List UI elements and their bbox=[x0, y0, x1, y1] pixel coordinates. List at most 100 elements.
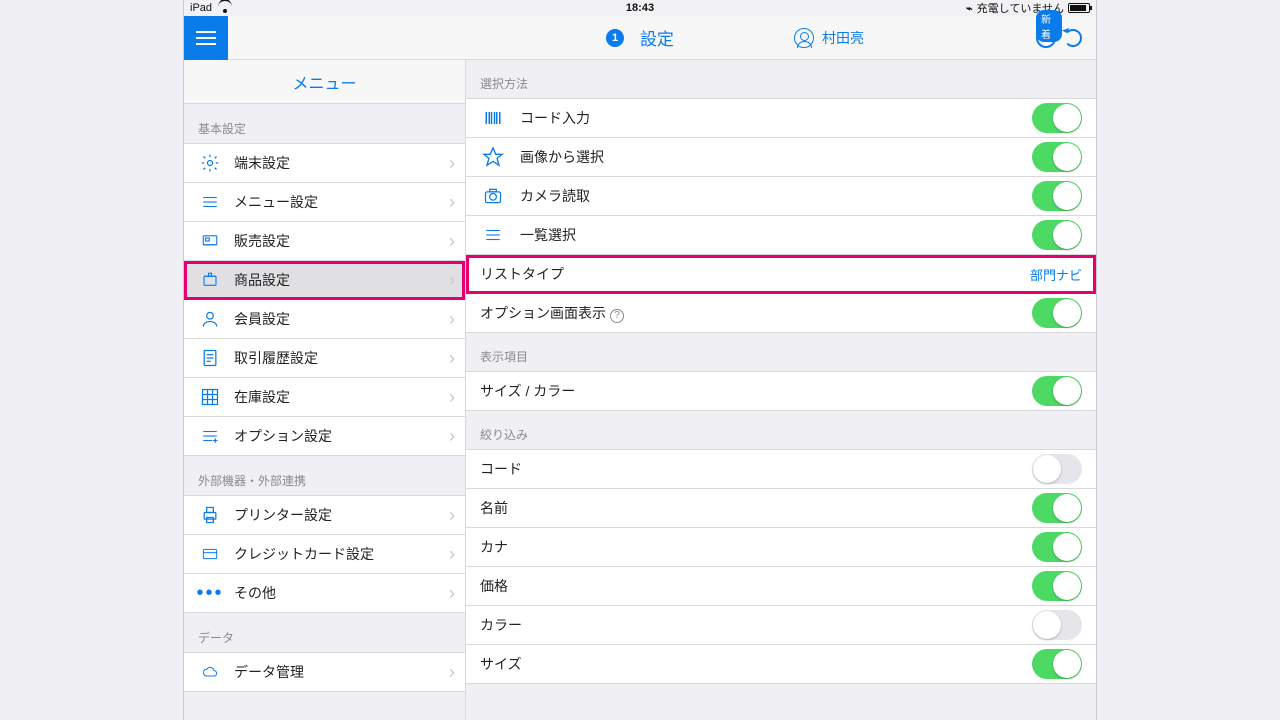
row-label: サイズ bbox=[480, 654, 522, 674]
detail-row-row: コード入力 bbox=[466, 99, 1096, 138]
sidebar-group-header: 基本設定 bbox=[184, 104, 465, 144]
detail-row-row: 名前 bbox=[466, 489, 1096, 528]
barcode-icon bbox=[480, 106, 506, 130]
chevron-right-icon: › bbox=[449, 505, 455, 526]
list-icon bbox=[480, 223, 506, 247]
sidebar-item-label: 会員設定 bbox=[234, 309, 290, 329]
sidebar-item-lines[interactable]: メニュー設定 › bbox=[184, 183, 465, 222]
sidebar-item-label: その他 bbox=[234, 583, 276, 603]
sidebar-item-label: メニュー設定 bbox=[234, 192, 318, 212]
toggle-row[interactable] bbox=[1032, 493, 1082, 523]
detail-row-row: 一覧選択 bbox=[466, 216, 1096, 255]
detail-row-row: サイズ bbox=[466, 645, 1096, 684]
sidebar-group-header: 外部機器・外部連携 bbox=[184, 456, 465, 496]
ios-status-bar: iPad 18:43 ⌁ 充電していません bbox=[184, 0, 1096, 16]
hamburger-button[interactable] bbox=[184, 16, 228, 60]
detail-row-row: カメラ読取 bbox=[466, 177, 1096, 216]
help-icon[interactable]: ? bbox=[610, 309, 624, 323]
section-header: 選択方法 bbox=[466, 60, 1096, 99]
row-label: カナ bbox=[480, 537, 508, 557]
detail-row-row[interactable]: リストタイプ 部門ナビ bbox=[466, 255, 1096, 294]
toggle-row[interactable] bbox=[1032, 181, 1082, 211]
row-label: コード入力 bbox=[520, 108, 590, 128]
toggle-row[interactable] bbox=[1032, 298, 1082, 328]
cloud-icon bbox=[198, 661, 222, 683]
linesplus-icon bbox=[198, 425, 222, 447]
sidebar-item-grid[interactable]: 在庫設定 › bbox=[184, 378, 465, 417]
pos-settings-screen: iPad 18:43 ⌁ 充電していません 1 設定 村田亮 新着 ! メニュー… bbox=[183, 0, 1097, 720]
toggle-row[interactable] bbox=[1032, 532, 1082, 562]
chevron-right-icon: › bbox=[449, 309, 455, 330]
sidebar-item-label: クレジットカード設定 bbox=[234, 544, 374, 564]
detail-row-row: サイズ / カラー bbox=[466, 372, 1096, 411]
row-label: リストタイプ bbox=[480, 264, 564, 284]
toggle-row[interactable] bbox=[1032, 376, 1082, 406]
refresh-button[interactable] bbox=[1064, 29, 1082, 47]
toggle-row[interactable] bbox=[1032, 571, 1082, 601]
grid-icon bbox=[198, 386, 222, 408]
sidebar-item-doc[interactable]: 取引履歴設定 › bbox=[184, 339, 465, 378]
lines-icon bbox=[198, 191, 222, 213]
row-label: サイズ / カラー bbox=[480, 381, 575, 401]
detail-row-row: コード bbox=[466, 450, 1096, 489]
chevron-right-icon: › bbox=[449, 192, 455, 213]
detail-row-row: カナ bbox=[466, 528, 1096, 567]
chevron-right-icon: › bbox=[449, 387, 455, 408]
row-label: コード bbox=[480, 459, 522, 479]
sidebar-item-dots[interactable]: ••• その他 › bbox=[184, 574, 465, 613]
sidebar-group-header: データ bbox=[184, 613, 465, 653]
doc-icon bbox=[198, 347, 222, 369]
sidebar-item-user[interactable]: 会員設定 › bbox=[184, 300, 465, 339]
chevron-right-icon: › bbox=[449, 426, 455, 447]
chevron-right-icon: › bbox=[449, 348, 455, 369]
sidebar-item-label: 商品設定 bbox=[234, 270, 290, 290]
star-icon bbox=[480, 145, 506, 169]
sidebar-item-label: オプション設定 bbox=[234, 426, 332, 446]
detail-row-row: カラー bbox=[466, 606, 1096, 645]
row-value: 部門ナビ bbox=[1030, 265, 1082, 284]
row-label: 画像から選択 bbox=[520, 147, 604, 167]
detail-row-row: 画像から選択 bbox=[466, 138, 1096, 177]
sidebar-item-register[interactable]: 販売設定› bbox=[184, 222, 465, 261]
sidebar-item-card[interactable]: クレジットカード設定 › bbox=[184, 535, 465, 574]
sidebar-item-label: 在庫設定 bbox=[234, 387, 290, 407]
user-icon bbox=[794, 28, 814, 48]
row-label: カメラ読取 bbox=[520, 186, 590, 206]
toggle-row[interactable] bbox=[1032, 103, 1082, 133]
printer-icon bbox=[198, 504, 222, 526]
section-header: 表示項目 bbox=[466, 333, 1096, 372]
gear-icon bbox=[198, 152, 222, 174]
toggle-row[interactable] bbox=[1032, 610, 1082, 640]
sidebar-title: メニュー bbox=[184, 60, 465, 104]
chevron-right-icon: › bbox=[449, 544, 455, 565]
toggle-row[interactable] bbox=[1032, 454, 1082, 484]
chevron-right-icon: › bbox=[449, 583, 455, 604]
sidebar-item-printer[interactable]: プリンター設定 › bbox=[184, 496, 465, 535]
sidebar-item-label: プリンター設定 bbox=[234, 505, 332, 525]
sidebar-item-cloud[interactable]: データ管理 › bbox=[184, 653, 465, 692]
current-user[interactable]: 村田亮 bbox=[794, 28, 864, 48]
battery-icon bbox=[1068, 3, 1090, 13]
user-name: 村田亮 bbox=[822, 28, 864, 48]
row-label: 一覧選択 bbox=[520, 225, 576, 245]
app-header: 1 設定 村田亮 新着 ! bbox=[184, 16, 1096, 60]
toggle-row[interactable] bbox=[1032, 142, 1082, 172]
card-icon bbox=[198, 543, 222, 565]
row-label: 価格 bbox=[480, 576, 508, 596]
row-label: 名前 bbox=[480, 498, 508, 518]
dots-icon: ••• bbox=[198, 582, 222, 604]
chevron-right-icon: › bbox=[449, 153, 455, 174]
toggle-row[interactable] bbox=[1032, 649, 1082, 679]
new-badge: 新着 bbox=[1036, 10, 1062, 42]
sidebar-item-linesplus[interactable]: オプション設定 › bbox=[184, 417, 465, 456]
sidebar-item-label: データ管理 bbox=[234, 662, 304, 682]
user-icon bbox=[198, 308, 222, 330]
sidebar-item-label: 取引履歴設定 bbox=[234, 348, 318, 368]
detail-row-row: 価格 bbox=[466, 567, 1096, 606]
chevron-right-icon: › bbox=[449, 662, 455, 683]
product-icon bbox=[198, 269, 222, 291]
settings-detail: 選択方法コード入力画像から選択カメラ読取一覧選択リストタイプ部門ナビオプション画… bbox=[466, 60, 1096, 720]
sidebar-item-product[interactable]: 商品設定› bbox=[184, 261, 465, 300]
toggle-row[interactable] bbox=[1032, 220, 1082, 250]
sidebar-item-gear[interactable]: 端末設定› bbox=[184, 144, 465, 183]
